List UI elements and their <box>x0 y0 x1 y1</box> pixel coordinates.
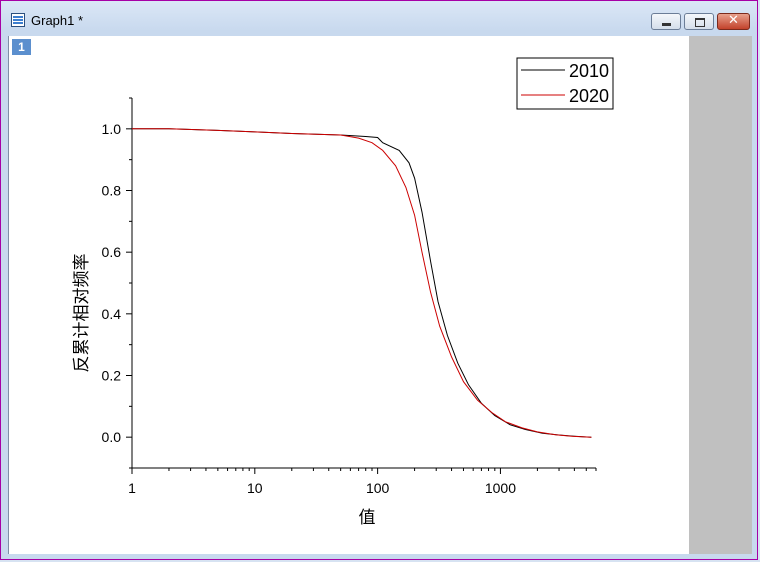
close-button[interactable]: ✕ <box>717 13 750 30</box>
y-tick-label: 0.6 <box>102 244 122 260</box>
x-axis-title: 值 <box>359 508 376 528</box>
minimize-button[interactable] <box>651 13 681 30</box>
series-line-2010[interactable] <box>132 128 592 438</box>
graph-page[interactable]: 1 0.0 0.2 0.4 0.6 0.8 1.0 1 10 100 1000 值 反累计相对频率… <box>8 36 752 554</box>
axes: 0.0 0.2 0.4 0.6 0.8 1.0 1 10 100 1000 <box>102 97 597 496</box>
x-tick-label: 100 <box>366 480 390 496</box>
x-tick-label: 1 <box>128 480 136 496</box>
x-tick-label: 1000 <box>485 480 516 496</box>
y-tick-label: 0.2 <box>102 368 122 384</box>
page-margin-area <box>689 36 752 554</box>
series-layer <box>132 128 592 438</box>
graph-window-icon[interactable] <box>11 13 25 27</box>
graph-window[interactable]: Graph1 * ✕ 1 0.0 0.2 0.4 0.6 0.8 1.0 1 10 100 100… <box>0 0 758 560</box>
x-tick-label: 10 <box>247 480 263 496</box>
window-title: Graph1 * <box>31 13 84 28</box>
y-axis-title: 反累计相对频率 <box>72 254 92 373</box>
title-bar[interactable]: Graph1 * ✕ <box>1 1 757 33</box>
legend[interactable]: 2010 2020 <box>516 57 614 110</box>
line-chart[interactable]: 0.0 0.2 0.4 0.6 0.8 1.0 1 10 100 1000 值 反累计相对频率 2… <box>9 36 689 554</box>
legend-label-2020: 2020 <box>569 86 609 106</box>
legend-label-2010: 2010 <box>569 61 609 81</box>
y-tick-label: 0.8 <box>102 183 122 199</box>
maximize-button[interactable] <box>684 13 714 30</box>
close-icon: ✕ <box>728 13 739 28</box>
y-tick-label: 1.0 <box>102 121 122 137</box>
y-tick-label: 0.4 <box>102 306 122 322</box>
series-line-2020[interactable] <box>132 128 592 438</box>
y-tick-label: 0.0 <box>102 429 122 445</box>
